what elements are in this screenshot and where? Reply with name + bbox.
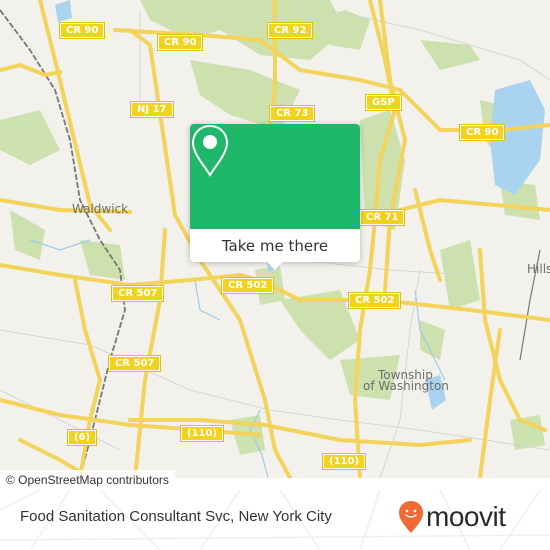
moovit-pin-icon	[399, 501, 423, 533]
road-shield: (110)	[321, 453, 367, 470]
place-label: Hills	[527, 262, 550, 276]
place-label: Waldwick	[72, 202, 129, 216]
place-title: Food Sanitation Consultant Svc, New York…	[20, 508, 332, 525]
location-popup: Take me there	[190, 124, 360, 270]
location-pin-icon	[191, 124, 229, 177]
road-shield: CR 71	[358, 209, 406, 226]
road-shield: CR 92	[266, 22, 314, 39]
moovit-logo: moovit	[398, 500, 506, 534]
road-shield: CR 90	[156, 34, 204, 51]
take-me-there-label: Take me there	[221, 236, 329, 255]
footer: Food Sanitation Consultant Svc, New York…	[0, 490, 550, 550]
road-shield: CR 90	[58, 22, 106, 39]
road-shield: (6)	[66, 429, 98, 446]
map-view[interactable]: CR 90 CR 90 CR 92 NJ 17 CR 73 GSP CR 90 …	[0, 0, 550, 478]
road-shield: CR 507	[107, 355, 162, 372]
place-label: of Washington	[363, 379, 449, 393]
road-shield: CR 502	[347, 292, 402, 309]
road-shield: (110)	[179, 425, 225, 442]
road-shield: CR 507	[110, 285, 165, 302]
road-shield: CR 502	[220, 277, 275, 294]
road-shield: NJ 17	[130, 101, 174, 118]
popup-tail	[267, 262, 283, 270]
road-shield: GSP	[365, 94, 402, 111]
take-me-there-button[interactable]: Take me there	[190, 229, 360, 262]
popup-header	[190, 124, 360, 229]
moovit-wordmark: moovit	[426, 501, 506, 532]
road-shield: CR 90	[458, 124, 506, 141]
map-attribution[interactable]: © OpenStreetMap contributors	[0, 470, 175, 490]
road-shield: CR 73	[268, 105, 316, 122]
